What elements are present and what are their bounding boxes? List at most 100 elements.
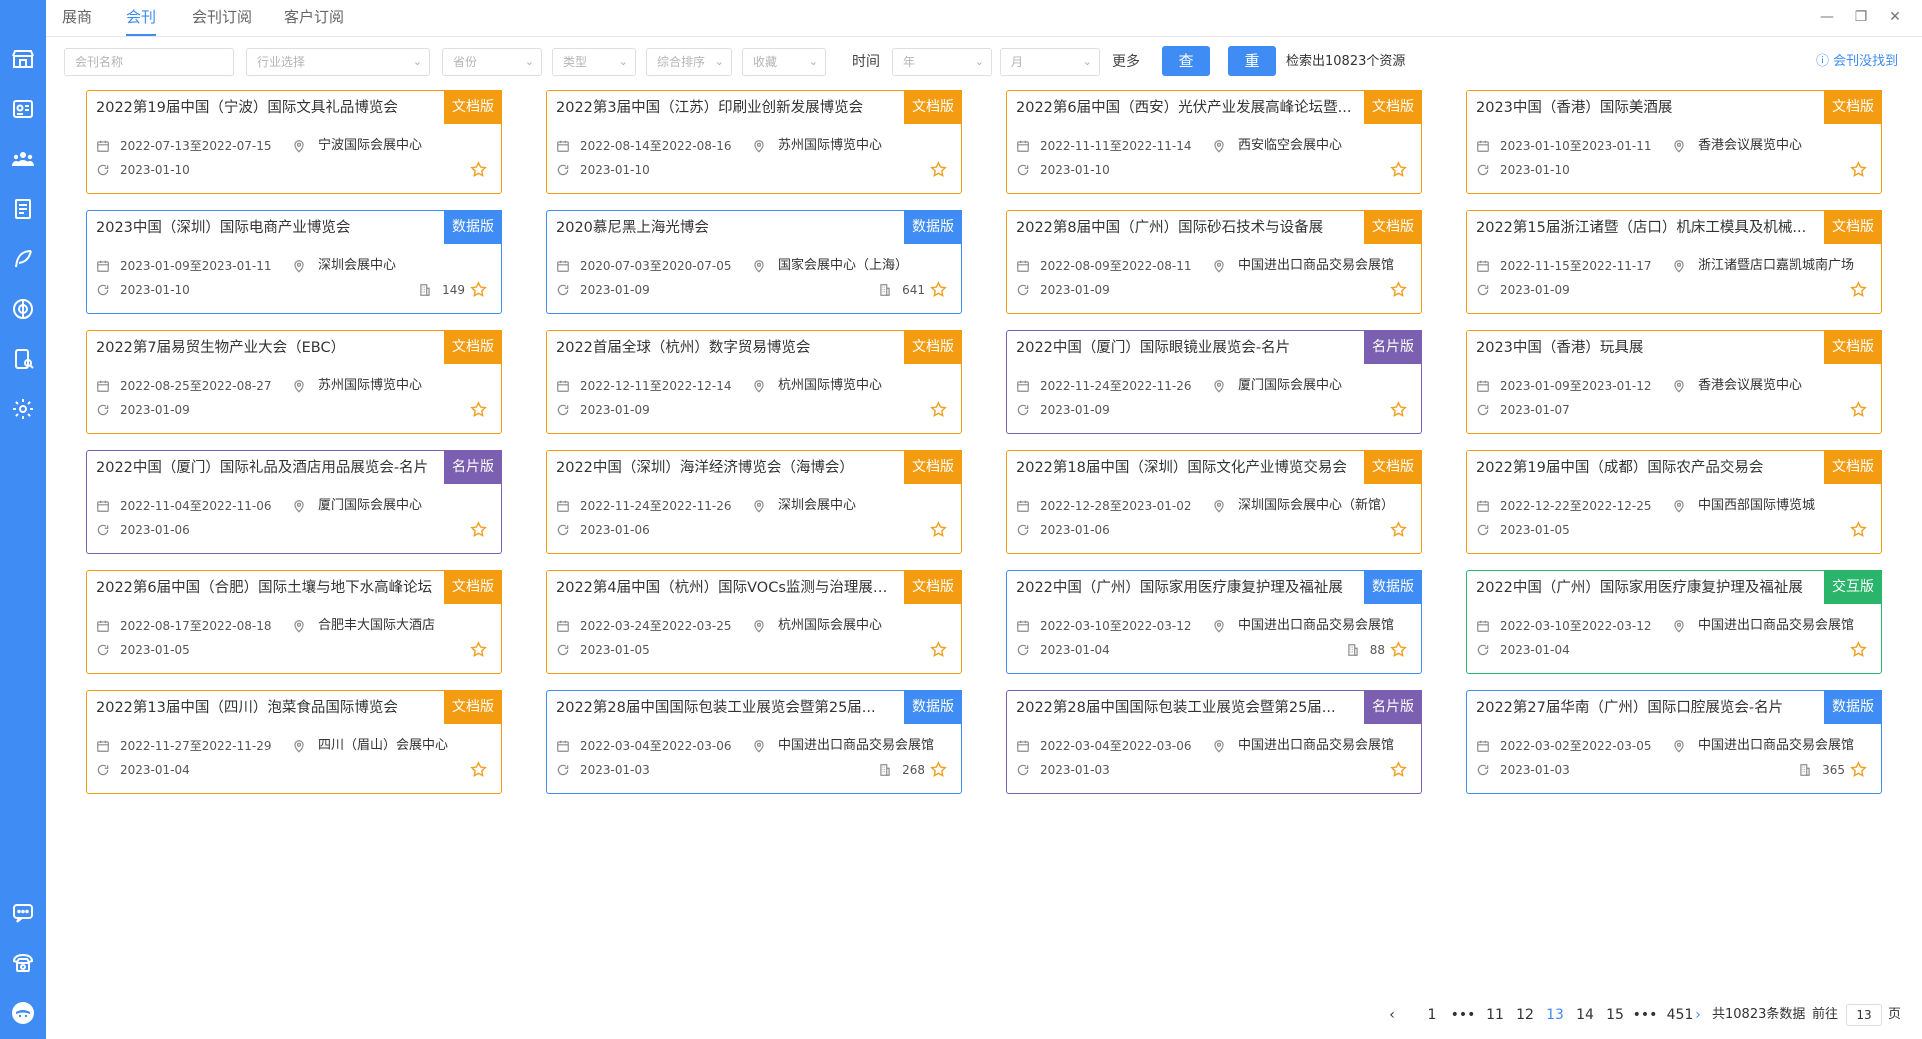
catalog-card[interactable]: 2022第8届中国（广州）国际砂石技术与设备展 文档版 2022-08-09至202…	[1006, 210, 1422, 314]
catalog-card[interactable]: 2022第19届中国（宁波）国际文具礼品博览会 文档版 2022-07-13至202…	[86, 90, 502, 194]
month-select[interactable]: 月 ⌄	[1000, 48, 1100, 76]
star-icon[interactable]	[1850, 761, 1867, 778]
star-icon[interactable]	[470, 761, 487, 778]
catalog-card[interactable]: 2022第19届中国（成都）国际农产品交易会 文档版 2022-12-22至2022…	[1466, 450, 1882, 554]
card-title[interactable]: 2022第15届浙江诸暨（店口）机床工模具及机械...	[1476, 211, 1816, 245]
card-title[interactable]: 2022第28届中国国际包装工业展览会暨第25届...	[1016, 691, 1356, 725]
page-14-button[interactable]: 14	[1570, 1000, 1600, 1030]
search-button[interactable]: 查询	[1162, 46, 1210, 100]
page-ellipsis-left[interactable]: •••	[1448, 1000, 1478, 1030]
device-search-icon[interactable]	[10, 346, 36, 372]
card-title[interactable]: 2023中国（香港）国际美酒展	[1476, 91, 1816, 125]
catalog-card[interactable]: 2022第15届浙江诸暨（店口）机床工模具及机械... 文档版 2022-11-15…	[1466, 210, 1882, 314]
tab-exhibitors[interactable]: 展商	[62, 0, 92, 36]
star-icon[interactable]	[1390, 641, 1407, 658]
chat-icon[interactable]	[10, 900, 36, 926]
catalog-card[interactable]: 2022中国（广州）国际家用医疗康复护理及福祉展 交互版 2022-03-10至20…	[1466, 570, 1882, 674]
phone-icon[interactable]	[10, 950, 36, 976]
star-icon[interactable]	[1390, 401, 1407, 418]
card-title[interactable]: 2022第4届中国（杭州）国际VOCs监测与治理展览会	[556, 571, 896, 605]
star-icon[interactable]	[470, 161, 487, 178]
card-title[interactable]: 2022中国（广州）国际家用医疗康复护理及福祉展	[1476, 571, 1816, 605]
star-icon[interactable]	[1850, 281, 1867, 298]
catalog-name-input[interactable]: 会刊名称	[64, 48, 234, 76]
card-title[interactable]: 2022第6届中国（合肥）国际土壤与地下水高峰论坛	[96, 571, 436, 605]
card-title[interactable]: 2023中国（深圳）国际电商产业博览会	[96, 211, 436, 245]
catalog-not-found-link[interactable]: ⓘ 会刊没找到	[1816, 48, 1898, 76]
year-select[interactable]: 年 ⌄	[892, 48, 992, 76]
type-select[interactable]: 类型 ⌄	[552, 48, 636, 76]
catalog-card[interactable]: 2022首届全球（杭州）数字贸易博览会 文档版 2022-12-11至2022-12…	[546, 330, 962, 434]
store-icon[interactable]	[10, 46, 36, 72]
card-title[interactable]: 2022第27届华南（广州）国际口腔展览会-名片	[1476, 691, 1816, 725]
collect-select[interactable]: 收藏 ⌄	[742, 48, 826, 76]
card-title[interactable]: 2022第18届中国（深圳）国际文化产业博览交易会	[1016, 451, 1356, 485]
star-icon[interactable]	[930, 401, 947, 418]
card-title[interactable]: 2022中国（广州）国际家用医疗康复护理及福祉展	[1016, 571, 1356, 605]
gear-icon[interactable]	[10, 396, 36, 422]
card-title[interactable]: 2022第6届中国（西安）光伏产业发展高峰论坛暨...	[1016, 91, 1356, 125]
catalog-card[interactable]: 2022第13届中国（四川）泡菜食品国际博览会 文档版 2022-11-27至202…	[86, 690, 502, 794]
star-icon[interactable]	[1390, 161, 1407, 178]
group-icon[interactable]	[10, 146, 36, 172]
catalog-card[interactable]: 2022第6届中国（西安）光伏产业发展高峰论坛暨... 文档版 2022-11-11…	[1006, 90, 1422, 194]
catalog-card[interactable]: 2023中国（深圳）国际电商产业博览会 数据版 2023-01-09至2023-01…	[86, 210, 502, 314]
minimize-icon[interactable]: —	[1818, 8, 1836, 26]
card-title[interactable]: 2022第19届中国（宁波）国际文具礼品博览会	[96, 91, 436, 125]
star-icon[interactable]	[1390, 761, 1407, 778]
page-15-button[interactable]: 15	[1600, 1000, 1630, 1030]
industry-select[interactable]: 行业选择 ⌄	[246, 48, 430, 76]
star-icon[interactable]	[1390, 521, 1407, 538]
restore-icon[interactable]: ❐	[1852, 8, 1870, 26]
tab-catalog-subscription[interactable]: 会刊订阅	[192, 0, 252, 36]
feather-icon[interactable]	[10, 246, 36, 272]
robot-avatar-icon[interactable]	[10, 1000, 36, 1026]
star-icon[interactable]	[930, 521, 947, 538]
catalog-card[interactable]: 2023中国（香港）玩具展 文档版 2023-01-09至2023-01-12 香港会…	[1466, 330, 1882, 434]
catalog-card[interactable]: 2022中国（深圳）海洋经济博览会（海博会） 文档版 2022-11-24至2022…	[546, 450, 962, 554]
card-title[interactable]: 2022第19届中国（成都）国际农产品交易会	[1476, 451, 1816, 485]
star-icon[interactable]	[1850, 161, 1867, 178]
star-icon[interactable]	[470, 401, 487, 418]
catalog-card[interactable]: 2022第28届中国国际包装工业展览会暨第25届... 数据版 2022-03-04…	[546, 690, 962, 794]
catalog-card[interactable]: 2020慕尼黑上海光博会 数据版 2020-07-03至2020-07-05 国家会展…	[546, 210, 962, 314]
star-icon[interactable]	[470, 641, 487, 658]
document-icon[interactable]	[10, 196, 36, 222]
card-title[interactable]: 2022第13届中国（四川）泡菜食品国际博览会	[96, 691, 436, 725]
catalog-card[interactable]: 2022中国（广州）国际家用医疗康复护理及福祉展 数据版 2022-03-10至20…	[1006, 570, 1422, 674]
radar-icon[interactable]	[10, 296, 36, 322]
page-ellipsis-right[interactable]: •••	[1630, 1000, 1660, 1030]
card-title[interactable]: 2022中国（厦门）国际礼品及酒店用品展览会-名片	[96, 451, 436, 485]
card-title[interactable]: 2022第8届中国（广州）国际砂石技术与设备展	[1016, 211, 1356, 245]
page-1-button[interactable]: 1	[1420, 1000, 1444, 1030]
card-title[interactable]: 2022中国（厦门）国际眼镜业展览会-名片	[1016, 331, 1356, 365]
star-icon[interactable]	[470, 281, 487, 298]
star-icon[interactable]	[930, 281, 947, 298]
id-card-icon[interactable]	[10, 96, 36, 122]
star-icon[interactable]	[930, 641, 947, 658]
star-icon[interactable]	[1850, 401, 1867, 418]
catalog-card[interactable]: 2022中国（厦门）国际礼品及酒店用品展览会-名片 名片版 2022-11-04至2…	[86, 450, 502, 554]
star-icon[interactable]	[1850, 641, 1867, 658]
sort-select[interactable]: 综合排序 ⌄	[646, 48, 732, 76]
page-12-button[interactable]: 12	[1510, 1000, 1540, 1030]
catalog-card[interactable]: 2022第18届中国（深圳）国际文化产业博览交易会 文档版 2022-12-28至2…	[1006, 450, 1422, 554]
reset-button[interactable]: 重置	[1228, 46, 1276, 100]
province-select[interactable]: 省份 ⌄	[442, 48, 542, 76]
page-13-button[interactable]: 13	[1540, 1000, 1570, 1030]
tab-customer-subscription[interactable]: 客户订阅	[284, 0, 344, 36]
card-title[interactable]: 2022第7届易贸生物产业大会（EBC）	[96, 331, 436, 365]
card-title[interactable]: 2022第28届中国国际包装工业展览会暨第25届...	[556, 691, 896, 725]
card-title[interactable]: 2023中国（香港）玩具展	[1476, 331, 1816, 365]
catalog-card[interactable]: 2022第6届中国（合肥）国际土壤与地下水高峰论坛 文档版 2022-08-17至2…	[86, 570, 502, 674]
catalog-card[interactable]: 2022第7届易贸生物产业大会（EBC） 文档版 2022-08-25至2022-0…	[86, 330, 502, 434]
card-title[interactable]: 2022中国（深圳）海洋经济博览会（海博会）	[556, 451, 896, 485]
star-icon[interactable]	[1850, 521, 1867, 538]
close-icon[interactable]: ✕	[1886, 8, 1904, 26]
card-title[interactable]: 2020慕尼黑上海光博会	[556, 211, 896, 245]
page-11-button[interactable]: 11	[1480, 1000, 1510, 1030]
star-icon[interactable]	[930, 761, 947, 778]
card-title[interactable]: 2022首届全球（杭州）数字贸易博览会	[556, 331, 896, 365]
catalog-card[interactable]: 2022第28届中国国际包装工业展览会暨第25届... 名片版 2022-03-04…	[1006, 690, 1422, 794]
catalog-card[interactable]: 2022第27届华南（广州）国际口腔展览会-名片 数据版 2022-03-02至20…	[1466, 690, 1882, 794]
